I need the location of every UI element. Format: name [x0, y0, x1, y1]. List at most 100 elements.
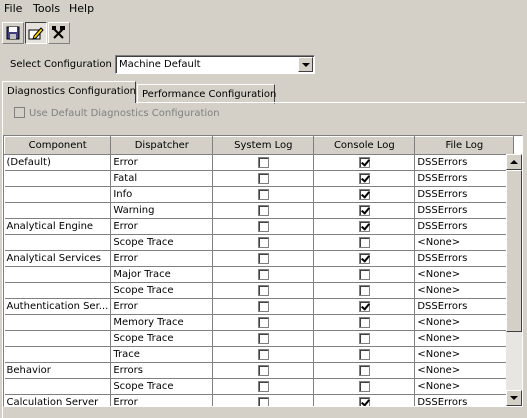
console-log-checkbox[interactable] — [358, 316, 370, 328]
system-log-checkbox[interactable] — [257, 364, 269, 376]
system-log-cell[interactable] — [212, 234, 315, 251]
dispatcher-cell[interactable]: Major Trace — [110, 266, 214, 283]
file-log-cell[interactable]: DSSErrors — [414, 250, 515, 267]
system-log-checkbox[interactable] — [257, 348, 269, 360]
system-log-cell[interactable] — [212, 154, 315, 171]
console-log-checkbox[interactable] — [358, 332, 370, 344]
file-log-cell[interactable]: DSSErrors — [414, 186, 515, 203]
column-header-component[interactable]: Component — [4, 136, 112, 155]
system-log-checkbox[interactable] — [257, 300, 269, 312]
table-row[interactable]: Warning DSSErrors — [4, 202, 515, 219]
system-log-checkbox[interactable] — [257, 284, 269, 296]
file-log-cell[interactable]: <None> — [414, 314, 515, 331]
console-log-cell[interactable] — [313, 202, 416, 219]
system-log-cell[interactable] — [212, 218, 315, 235]
console-log-cell[interactable] — [313, 394, 416, 406]
file-log-cell[interactable]: DSSErrors — [414, 170, 515, 187]
table-row[interactable]: Major Trace <None> — [4, 266, 515, 283]
console-log-cell[interactable] — [313, 282, 416, 299]
file-log-cell[interactable]: DSSErrors — [414, 218, 515, 235]
use-default-checkbox[interactable] — [14, 107, 25, 118]
table-row[interactable]: Scope Trace <None> — [4, 330, 515, 347]
table-row[interactable]: Calculation Server Error DSSErrors — [4, 394, 515, 406]
scrollbar-thumb[interactable] — [506, 170, 522, 332]
system-log-cell[interactable] — [212, 202, 315, 219]
console-log-checkbox[interactable] — [358, 396, 370, 406]
console-log-cell[interactable] — [313, 298, 416, 315]
column-header-file-log[interactable]: File Log — [414, 136, 515, 155]
dispatcher-cell[interactable]: Scope Trace — [110, 234, 214, 251]
table-row[interactable]: Scope Trace <None> — [4, 234, 515, 251]
component-cell[interactable]: Behavior — [4, 362, 112, 379]
console-log-cell[interactable] — [313, 186, 416, 203]
console-log-checkbox[interactable] — [358, 252, 370, 264]
dispatcher-cell[interactable]: Error — [110, 394, 214, 406]
system-log-cell[interactable] — [212, 186, 315, 203]
edit-button[interactable] — [25, 22, 47, 44]
component-cell[interactable] — [4, 330, 112, 347]
console-log-checkbox[interactable] — [358, 284, 370, 296]
dispatcher-cell[interactable]: Error — [110, 298, 214, 315]
dispatcher-cell[interactable]: Fatal — [110, 170, 214, 187]
table-row[interactable]: Info DSSErrors — [4, 186, 515, 203]
system-log-cell[interactable] — [212, 330, 315, 347]
system-log-checkbox[interactable] — [257, 188, 269, 200]
table-row[interactable]: Scope Trace <None> — [4, 378, 515, 395]
console-log-checkbox[interactable] — [358, 204, 370, 216]
console-log-checkbox[interactable] — [358, 268, 370, 280]
system-log-checkbox[interactable] — [257, 172, 269, 184]
console-log-checkbox[interactable] — [358, 188, 370, 200]
system-log-cell[interactable] — [212, 378, 315, 395]
console-log-cell[interactable] — [313, 154, 416, 171]
table-row[interactable]: Analytical Engine Error DSSErrors — [4, 218, 515, 235]
menu-tools[interactable]: Tools — [33, 2, 60, 15]
console-log-cell[interactable] — [313, 330, 416, 347]
dispatcher-cell[interactable]: Memory Trace — [110, 314, 214, 331]
tab-performance-configuration[interactable]: Performance Configuration — [137, 84, 276, 104]
system-log-cell[interactable] — [212, 250, 315, 267]
component-cell[interactable]: Authentication Ser... — [4, 298, 112, 315]
dispatcher-cell[interactable]: Error — [110, 250, 214, 267]
scroll-down-button[interactable] — [506, 390, 522, 406]
dispatcher-cell[interactable]: Scope Trace — [110, 378, 214, 395]
table-row[interactable]: Memory Trace <None> — [4, 314, 515, 331]
console-log-checkbox[interactable] — [358, 300, 370, 312]
system-log-checkbox[interactable] — [257, 204, 269, 216]
console-log-cell[interactable] — [313, 378, 416, 395]
component-cell[interactable] — [4, 186, 112, 203]
file-log-cell[interactable]: <None> — [414, 362, 515, 379]
component-cell[interactable]: Analytical Engine — [4, 218, 112, 235]
dispatcher-cell[interactable]: Scope Trace — [110, 282, 214, 299]
table-row[interactable]: Fatal DSSErrors — [4, 170, 515, 187]
console-log-cell[interactable] — [313, 362, 416, 379]
component-cell[interactable]: (Default) — [4, 154, 112, 171]
system-log-cell[interactable] — [212, 298, 315, 315]
system-log-cell[interactable] — [212, 346, 315, 363]
dispatcher-cell[interactable]: Trace — [110, 346, 214, 363]
file-log-cell[interactable]: DSSErrors — [414, 298, 515, 315]
dispatcher-cell[interactable]: Scope Trace — [110, 330, 214, 347]
system-log-cell[interactable] — [212, 170, 315, 187]
file-log-cell[interactable]: <None> — [414, 378, 515, 395]
console-log-checkbox[interactable] — [358, 348, 370, 360]
dispatcher-cell[interactable]: Info — [110, 186, 214, 203]
component-cell[interactable] — [4, 282, 112, 299]
component-cell[interactable] — [4, 314, 112, 331]
dispatcher-cell[interactable]: Error — [110, 154, 214, 171]
component-cell[interactable] — [4, 346, 112, 363]
console-log-cell[interactable] — [313, 170, 416, 187]
scroll-up-button[interactable] — [506, 154, 522, 170]
system-log-checkbox[interactable] — [257, 396, 269, 406]
save-button[interactable] — [2, 22, 24, 44]
table-row[interactable]: Analytical Services Error DSSErrors — [4, 250, 515, 267]
system-log-cell[interactable] — [212, 282, 315, 299]
file-log-cell[interactable]: DSSErrors — [414, 154, 515, 171]
system-log-checkbox[interactable] — [257, 236, 269, 248]
system-log-checkbox[interactable] — [257, 316, 269, 328]
file-log-cell[interactable]: <None> — [414, 282, 515, 299]
column-header-console-log[interactable]: Console Log — [313, 136, 416, 155]
tab-diagnostics-configuration[interactable]: Diagnostics Configuration — [2, 81, 136, 103]
system-log-cell[interactable] — [212, 362, 315, 379]
column-header-dispatcher[interactable]: Dispatcher — [110, 136, 214, 155]
component-cell[interactable] — [4, 378, 112, 395]
